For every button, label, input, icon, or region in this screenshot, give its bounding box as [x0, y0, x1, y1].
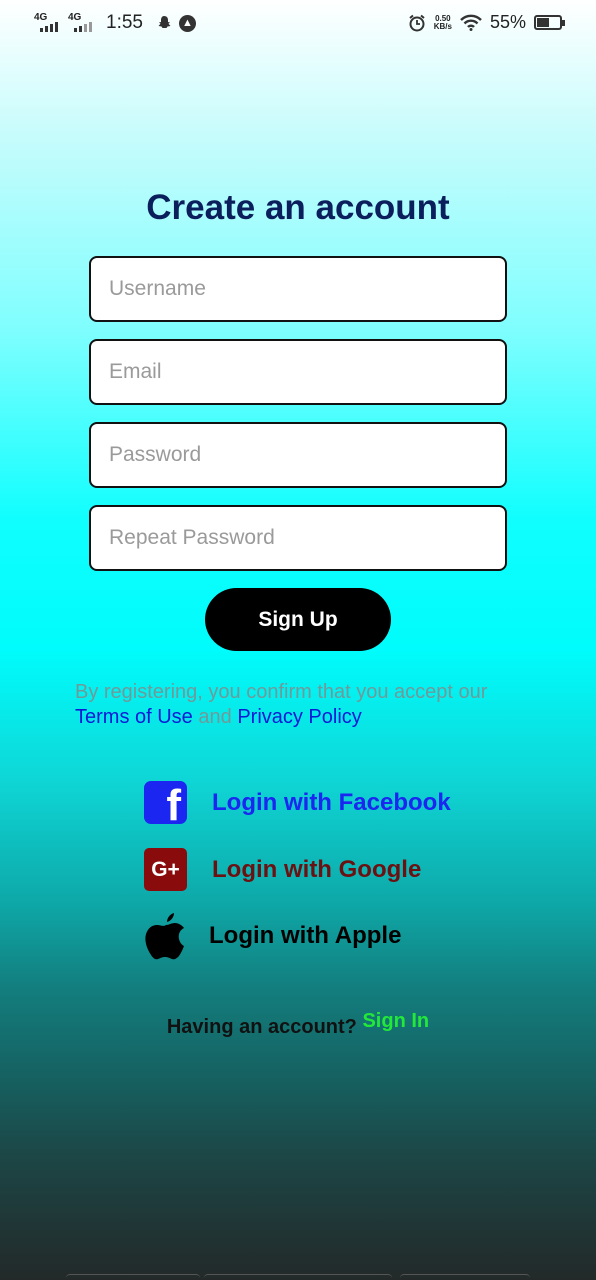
email-input[interactable] [89, 339, 507, 405]
apple-login-label: Login with Apple [209, 922, 402, 949]
nav-hint [400, 1274, 530, 1280]
facebook-icon: f [144, 781, 187, 824]
terms-notice: By registering, you confirm that you acc… [75, 680, 545, 730]
status-bar: 4G 4G 1:55 ▲ 0.50 KB/s 55% [0, 0, 596, 46]
signal-icon: 4G [34, 12, 62, 34]
apple-icon [145, 913, 184, 960]
network-speed: 0.50 KB/s [433, 14, 452, 31]
speed-unit: KB/s [433, 21, 452, 31]
password-input[interactable] [89, 422, 507, 488]
google-login-button[interactable]: G+ Login with Google [144, 848, 421, 891]
nav-hint [66, 1274, 200, 1280]
terms-prefix: By registering, you confirm that you acc… [75, 681, 488, 703]
username-input[interactable] [89, 256, 507, 322]
notification-icon: ▲ [178, 14, 196, 32]
status-left: 4G 4G 1:55 ▲ [34, 12, 196, 34]
page-title: Create an account [146, 188, 450, 227]
sign-up-button[interactable]: Sign Up [205, 588, 391, 651]
alarm-icon [409, 14, 425, 31]
battery-percent: 55% [489, 12, 526, 32]
facebook-login-label: Login with Facebook [212, 788, 451, 816]
facebook-login-button[interactable]: f Login with Facebook [144, 781, 451, 824]
repeat-password-input[interactable] [89, 505, 507, 571]
battery-icon [534, 15, 565, 30]
sign-in-link[interactable]: Sign In [362, 1010, 429, 1032]
terms-conjunction: and [198, 706, 232, 728]
google-login-label: Login with Google [212, 855, 422, 883]
clock: 1:55 [106, 12, 143, 33]
google-plus-icon: G+ [144, 848, 187, 891]
signal-icon: 4G [68, 12, 96, 34]
wifi-icon [460, 14, 482, 31]
status-right: 0.50 KB/s 55% [408, 12, 565, 33]
sign-in-prompt: Having an account? Sign In [0, 1010, 596, 1039]
nav-hint [204, 1274, 392, 1280]
apple-login-button[interactable]: Login with Apple [144, 912, 401, 960]
privacy-policy-link[interactable]: Privacy Policy [237, 706, 361, 728]
having-account-text: Having an account? [166, 1016, 357, 1038]
terms-of-use-link[interactable]: Terms of Use [75, 706, 193, 728]
snapchat-icon [158, 16, 171, 28]
